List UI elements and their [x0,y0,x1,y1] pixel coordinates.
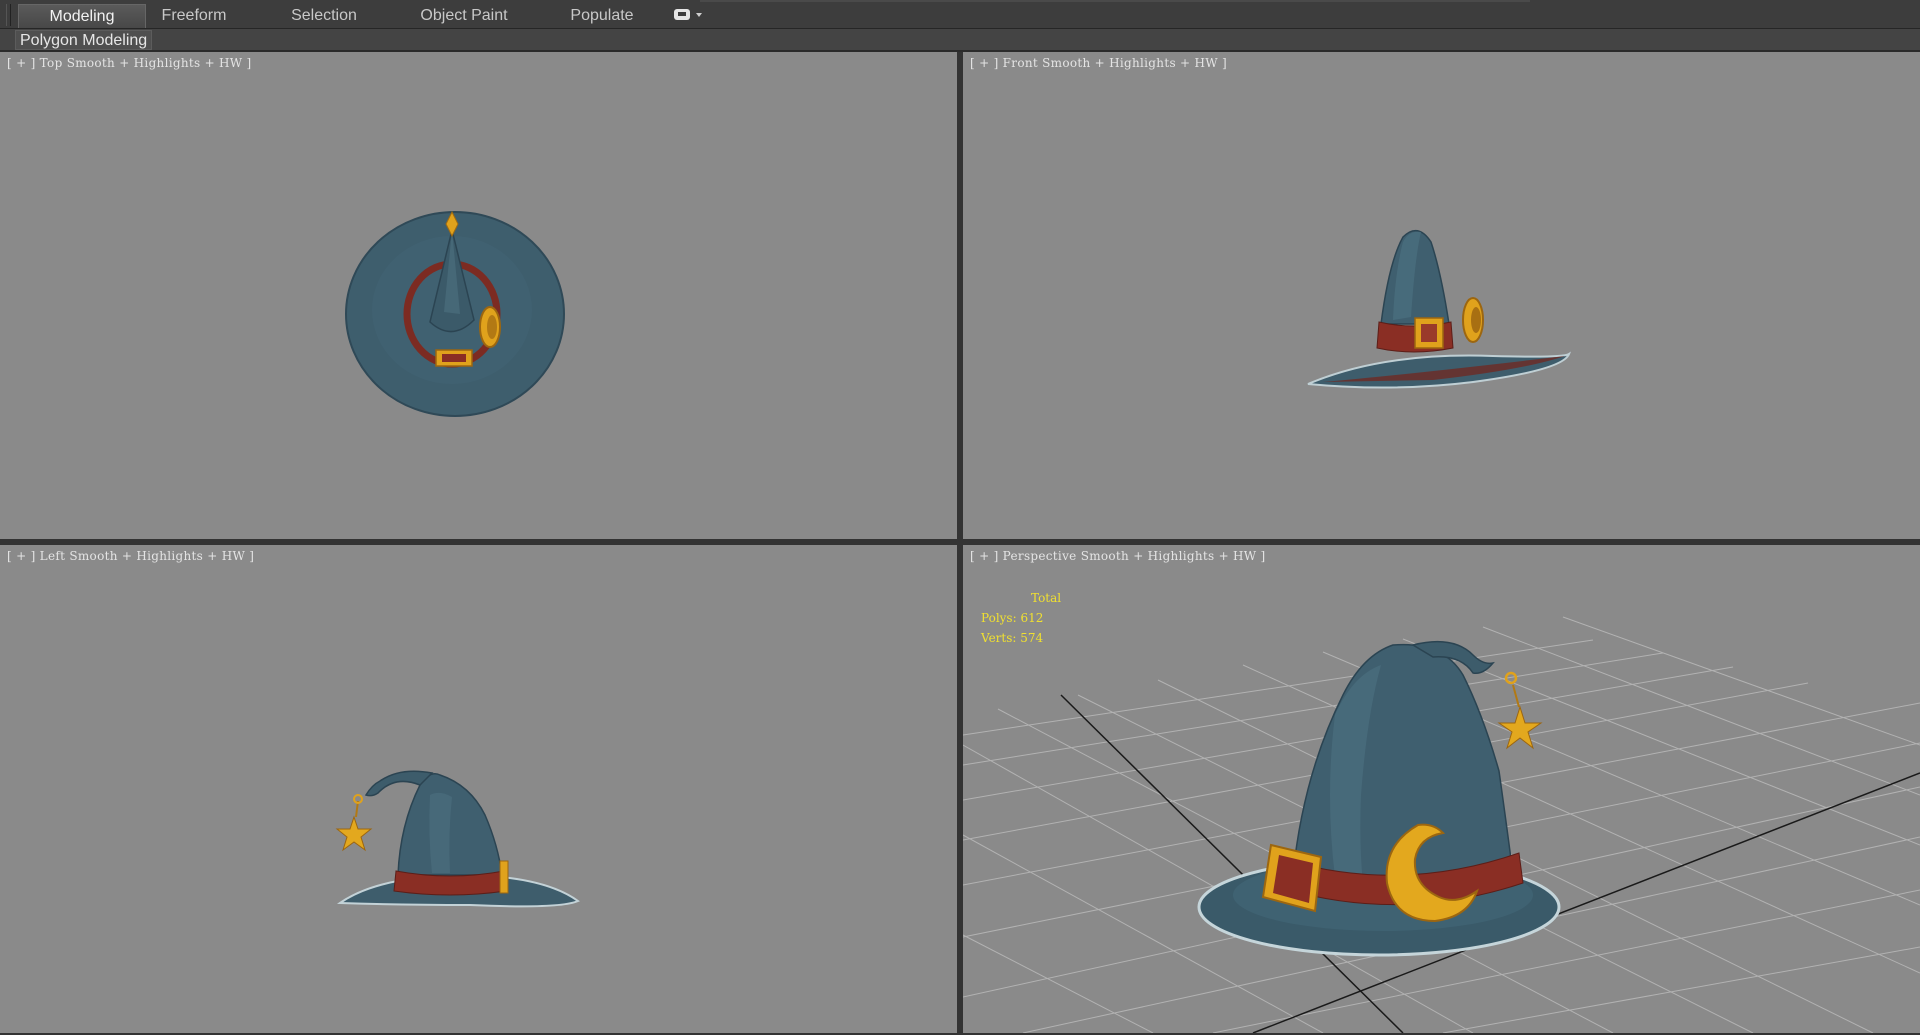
viewport-top[interactable]: [ + ] Top Smooth + Highlights + HW ] [0,52,957,539]
viewport-front[interactable]: [ + ] Front Smooth + Highlights + HW ] [963,52,1920,539]
hat-top-view-model [345,210,565,417]
ribbon-panel: Polygon Modeling [0,29,1920,51]
statistics-overlay: Total Polys: 612 Verts: 574 [981,588,1061,648]
stats-polys: Polys: 612 [981,611,1044,625]
chevron-down-icon [696,13,702,17]
viewport-menu-button[interactable]: [ + ] [7,549,36,563]
ribbon-tab-bar: Modeling Freeform Selection Object Paint… [0,0,1920,29]
tab-populate[interactable]: Populate [554,4,650,28]
front-view-canvas [1307,229,1572,389]
left-view-canvas [335,770,580,908]
shading-mode[interactable]: Smooth + Highlights + HW ] [67,56,252,70]
viewport-menu-button[interactable]: [ + ] [7,56,36,70]
polygon-modeling-panel-button[interactable]: Polygon Modeling [15,30,153,50]
top-view-canvas [345,210,565,417]
viewport-label-perspective[interactable]: [ + ] Perspective Smooth + Highlights + … [970,549,1266,563]
hat-perspective-model [1197,640,1561,957]
tab-selection[interactable]: Selection [276,4,372,28]
viewport-label-left[interactable]: [ + ] Left Smooth + Highlights + HW ] [7,549,254,563]
ribbon-drag-grip[interactable] [6,4,11,26]
viewport-menu-button[interactable]: [ + ] [970,56,999,70]
hat-left-view-model [335,770,580,908]
perspective-view-canvas [963,616,1920,1033]
shading-mode[interactable]: Smooth + Highlights + HW ] [69,549,254,563]
viewport-menu-button[interactable]: [ + ] [970,549,999,563]
view-name[interactable]: Front [1003,56,1038,70]
view-name[interactable]: Perspective [1003,549,1077,563]
3d-editor-window: Modeling Freeform Selection Object Paint… [0,0,1920,1035]
stats-verts: Verts: 574 [981,631,1044,645]
viewport-perspective[interactable]: [ + ] Perspective Smooth + Highlights + … [963,545,1920,1033]
view-name[interactable]: Top [40,56,63,70]
viewport-label-front[interactable]: [ + ] Front Smooth + Highlights + HW ] [970,56,1227,70]
tab-freeform[interactable]: Freeform [146,4,242,28]
tab-modeling[interactable]: Modeling [18,4,146,28]
viewport-left[interactable]: [ + ] Left Smooth + Highlights + HW ] [0,545,957,1033]
stats-total-label: Total [1031,591,1062,605]
ribbon-minimize-icon[interactable] [674,9,704,23]
shading-mode[interactable]: Smooth + Highlights + HW ] [1081,549,1266,563]
ribbon-top-line [700,0,1530,2]
viewport-label-top[interactable]: [ + ] Top Smooth + Highlights + HW ] [7,56,252,70]
ribbon-toggle-pill [674,9,690,20]
shading-mode[interactable]: Smooth + Highlights + HW ] [1042,56,1227,70]
view-name[interactable]: Left [40,549,66,563]
tab-object-paint[interactable]: Object Paint [405,4,523,28]
hat-front-view-model [1307,229,1572,389]
